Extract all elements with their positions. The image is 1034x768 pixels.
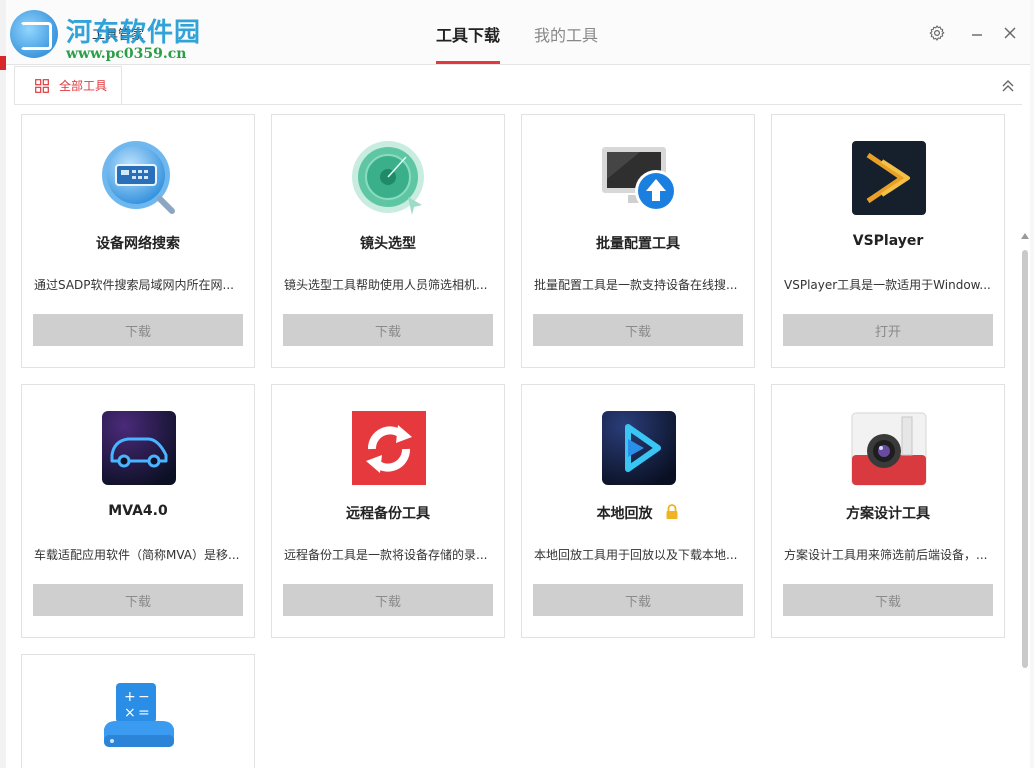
tool-card-solution-design[interactable]: 方案设计工具 方案设计工具用来筛选前后端设备，... 下载 — [771, 384, 1005, 638]
download-button[interactable]: 下载 — [33, 314, 243, 346]
settings-button[interactable] — [926, 22, 948, 44]
title-bar: 工具管家 河东软件园 www.pc0359.cn 工具下载 我的工具 — [6, 0, 1030, 65]
tool-name: 远程备份工具 — [346, 506, 430, 522]
download-button[interactable]: 下载 — [533, 314, 743, 346]
tool-name: 本地回放 — [596, 506, 653, 522]
device-search-icon — [100, 139, 178, 217]
tool-card-remote-backup[interactable]: 远程备份工具 远程备份工具是一款将设备存储的录... 下载 — [271, 384, 505, 638]
sync-icon — [350, 409, 428, 487]
tool-description: 车载适配应用软件（简称MVA）是移... — [34, 548, 240, 562]
tool-description: 批量配置工具是一款支持设备在线搜... — [534, 278, 738, 292]
tool-description: 镜头选型工具帮助使用人员筛选相机... — [284, 278, 488, 292]
tool-name: 方案设计工具 — [846, 506, 930, 522]
tool-manager-window: 工具管家 河东软件园 www.pc0359.cn 工具下载 我的工具 全部工具 … — [6, 0, 1030, 768]
vertical-scrollbar[interactable] — [1020, 104, 1030, 768]
tool-name: 镜头选型 — [360, 236, 416, 252]
svg-text:−: − — [138, 689, 150, 705]
tool-name: 批量配置工具 — [596, 236, 680, 252]
svg-text:=: = — [138, 705, 150, 721]
tool-name: VSPlayer — [852, 233, 924, 249]
close-button[interactable] — [999, 22, 1021, 44]
grid-icon — [35, 78, 49, 93]
tab-my-tools-label: 我的工具 — [534, 26, 599, 45]
tool-name-row: 本地回放 — [522, 503, 754, 523]
tab-tool-download[interactable]: 工具下载 — [436, 22, 501, 64]
open-button[interactable]: 打开 — [783, 314, 993, 346]
watermark-logo-icon — [10, 10, 58, 58]
scroll-up-arrow-icon[interactable] — [1021, 232, 1029, 240]
tool-description: 远程备份工具是一款将设备存储的录... — [284, 548, 488, 562]
close-icon — [1004, 27, 1016, 39]
svg-text:×: × — [124, 705, 136, 721]
tab-my-tools[interactable]: 我的工具 — [534, 22, 598, 64]
monitor-upload-icon — [600, 139, 678, 217]
tool-name: MVA4.0 — [108, 503, 168, 519]
tool-description: VSPlayer工具是一款适用于Window... — [784, 278, 991, 292]
camera-design-icon — [850, 409, 928, 487]
category-bar: 全部工具 — [14, 66, 1022, 105]
category-tab-all-tools[interactable]: 全部工具 — [14, 66, 122, 104]
tool-description: 通过SADP软件搜索局域网内所在网... — [34, 278, 234, 292]
tool-card-lens-selection[interactable]: 镜头选型 镜头选型工具帮助使用人员筛选相机... 下载 — [271, 114, 505, 368]
download-button[interactable]: 下载 — [283, 584, 493, 616]
collapse-button[interactable] — [998, 76, 1018, 96]
watermark-title: 河东软件园 — [66, 18, 202, 48]
watermark-url: www.pc0359.cn — [66, 46, 187, 62]
tool-description: 方案设计工具用来筛选前后端设备，... — [784, 548, 988, 562]
tool-name: 设备网络搜索 — [96, 236, 180, 252]
scrollbar-thumb[interactable] — [1022, 250, 1028, 668]
tool-card-batch-config[interactable]: 批量配置工具 批量配置工具是一款支持设备在线搜... 下载 — [521, 114, 755, 368]
tool-card-mva[interactable]: MVA4.0 车载适配应用软件（简称MVA）是移... 下载 — [21, 384, 255, 638]
background-window-edge-right — [1030, 0, 1034, 768]
tool-card-local-playback[interactable]: 本地回放 本地回放工具用于回放以及下载本地... 下载 — [521, 384, 755, 638]
download-button[interactable]: 下载 — [533, 584, 743, 616]
gear-icon — [929, 25, 945, 41]
category-tab-label: 全部工具 — [59, 79, 108, 93]
watermark: 河东软件园 www.pc0359.cn — [6, 8, 216, 64]
vsplayer-icon — [850, 139, 928, 217]
tool-card-storage-calculator[interactable]: + − × = — [21, 654, 255, 768]
download-button[interactable]: 下载 — [783, 584, 993, 616]
play-icon — [600, 409, 678, 487]
tool-description: 本地回放工具用于回放以及下载本地... — [534, 548, 738, 562]
car-icon — [100, 409, 178, 487]
tool-card-device-search[interactable]: 设备网络搜索 通过SADP软件搜索局域网内所在网... 下载 — [21, 114, 255, 368]
tool-card-vsplayer[interactable]: VSPlayer VSPlayer工具是一款适用于Window... 打开 — [771, 114, 1005, 368]
download-button[interactable]: 下载 — [283, 314, 493, 346]
download-button[interactable]: 下载 — [33, 584, 243, 616]
minimize-icon — [972, 34, 982, 36]
minimize-button[interactable] — [966, 22, 988, 44]
calculator-storage-icon: + − × = — [100, 679, 178, 757]
lens-icon — [350, 139, 428, 217]
svg-text:+: + — [124, 689, 136, 705]
double-chevron-up-icon — [1002, 80, 1014, 92]
tab-tool-download-label: 工具下载 — [436, 26, 501, 45]
lock-icon — [666, 504, 678, 519]
